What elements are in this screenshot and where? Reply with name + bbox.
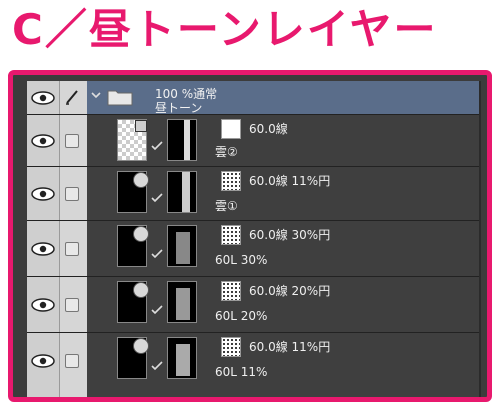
layer-row[interactable]: 60.0線 雲② bbox=[27, 115, 479, 167]
layer-content[interactable]: 60.0線 11%円 60L 11% bbox=[87, 333, 479, 397]
checkmark-icon bbox=[151, 305, 163, 315]
lock-checkbox[interactable] bbox=[65, 187, 79, 201]
checkmark-icon bbox=[151, 249, 163, 259]
layer-row[interactable]: 60.0線 20%円 60L 20% bbox=[27, 277, 479, 333]
tone-settings: 60.0線 20%円 bbox=[249, 284, 331, 298]
layer-content[interactable]: 60.0線 20%円 60L 20% bbox=[87, 277, 479, 332]
halftone-icon bbox=[221, 171, 241, 191]
lock-checkbox[interactable] bbox=[65, 298, 79, 312]
mask-badge-icon bbox=[135, 120, 147, 132]
checkmark-icon bbox=[151, 141, 163, 151]
tone-settings: 60.0線 11%円 bbox=[249, 340, 331, 354]
mask-badge-icon bbox=[133, 338, 149, 354]
layer-name: 雲② bbox=[215, 145, 238, 159]
lock-checkbox[interactable] bbox=[65, 134, 79, 148]
halftone-icon bbox=[221, 225, 241, 245]
pen-icon[interactable] bbox=[65, 89, 79, 105]
tone-settings: 60.0線 11%円 bbox=[249, 174, 331, 188]
folder-icon bbox=[107, 90, 133, 106]
layer-name: 60L 30% bbox=[215, 253, 268, 267]
halftone-icon bbox=[221, 281, 241, 301]
page-title: C／昼トーンレイヤー bbox=[12, 5, 438, 54]
lock-checkbox[interactable] bbox=[65, 242, 79, 256]
layer-row[interactable]: 60.0線 11%円 雲① bbox=[27, 167, 479, 221]
halftone-icon bbox=[221, 337, 241, 357]
chevron-down-icon[interactable] bbox=[91, 91, 101, 99]
mask-thumbnail bbox=[167, 119, 197, 161]
tone-settings: 60.0線 bbox=[249, 122, 288, 136]
eye-icon[interactable] bbox=[31, 298, 55, 312]
layer-content[interactable]: 60.0線 30%円 60L 30% bbox=[87, 221, 479, 276]
eye-icon[interactable] bbox=[31, 354, 55, 368]
checkmark-icon bbox=[151, 361, 163, 371]
eye-icon[interactable] bbox=[31, 187, 55, 201]
eye-icon[interactable] bbox=[31, 242, 55, 256]
mask-thumbnail bbox=[167, 337, 197, 379]
mask-thumbnail bbox=[167, 225, 197, 267]
layer-content[interactable]: 60.0線 11%円 雲① bbox=[87, 167, 479, 220]
mask-badge-icon bbox=[133, 172, 149, 188]
mask-badge-icon bbox=[133, 282, 149, 298]
layer-content[interactable]: 60.0線 雲② bbox=[87, 115, 479, 166]
layer-name: 60L 11% bbox=[215, 365, 268, 379]
folder-content[interactable]: 100 %通常 昼トーン bbox=[87, 81, 479, 115]
tone-settings: 60.0線 30%円 bbox=[249, 228, 331, 242]
eye-icon[interactable] bbox=[31, 91, 55, 105]
eye-icon[interactable] bbox=[31, 134, 55, 148]
mask-badge-icon bbox=[133, 226, 149, 242]
checkmark-icon bbox=[151, 193, 163, 203]
layer-name: 60L 20% bbox=[215, 309, 268, 323]
layer-row[interactable]: 60.0線 11%円 60L 11% bbox=[27, 333, 479, 397]
halftone-icon bbox=[221, 119, 241, 139]
layer-name: 雲① bbox=[215, 199, 238, 213]
lock-checkbox[interactable] bbox=[65, 354, 79, 368]
folder-name: 昼トーン bbox=[155, 101, 203, 115]
layer-row[interactable]: 60.0線 30%円 60L 30% bbox=[27, 221, 479, 277]
mask-thumbnail bbox=[167, 281, 197, 323]
layer-folder-row[interactable]: 100 %通常 昼トーン bbox=[27, 81, 479, 115]
layer-panel: 100 %通常 昼トーン 60.0線 雲② 60.0線 11%円 雲① 60.0… bbox=[8, 70, 492, 402]
mask-thumbnail bbox=[167, 171, 197, 213]
